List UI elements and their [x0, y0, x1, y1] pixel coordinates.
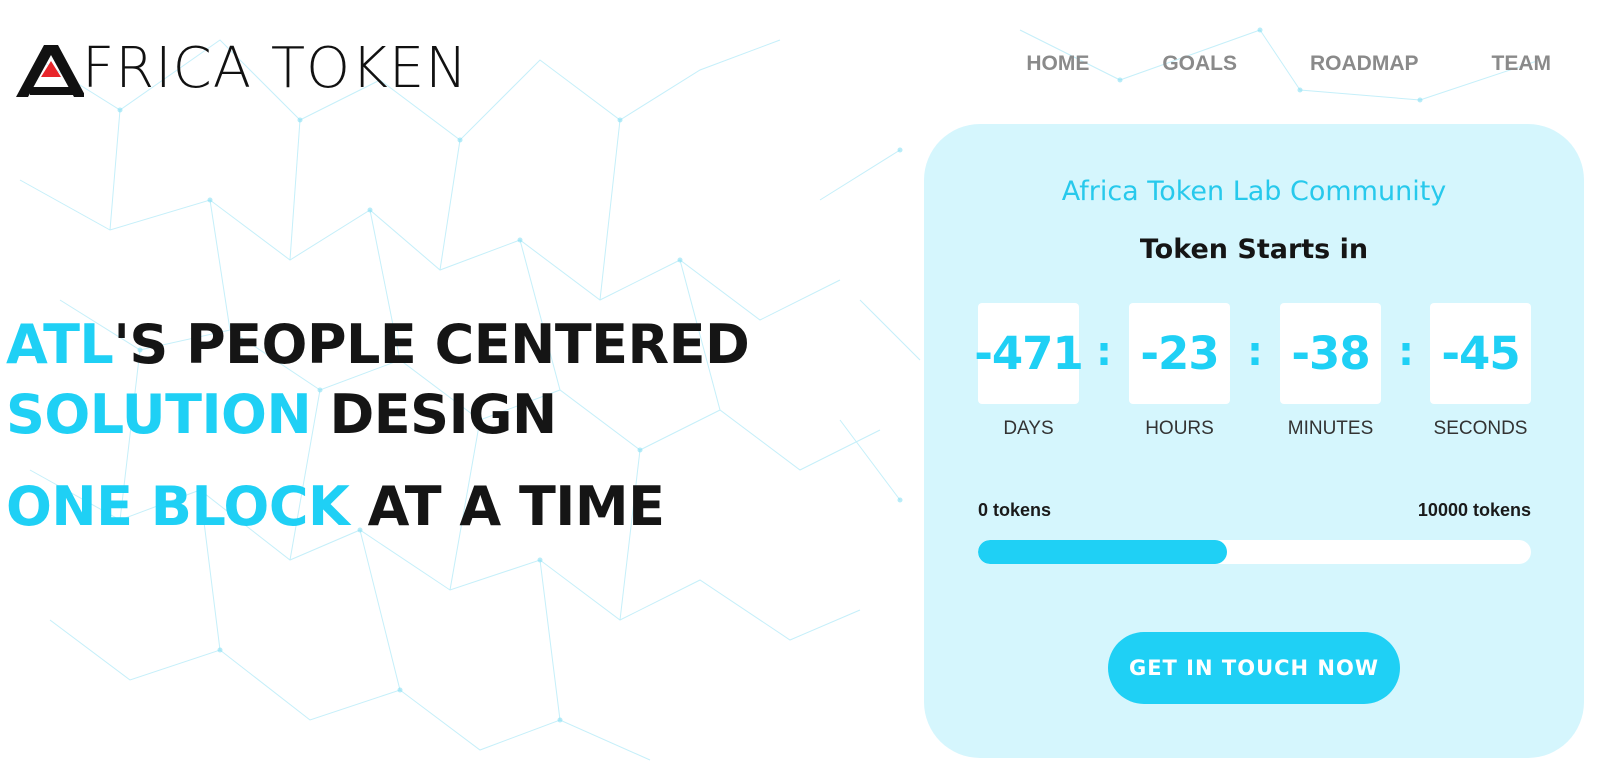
- hero-line-2: SOLUTION DESIGN: [6, 380, 749, 450]
- logo-a-triangle-icon: [16, 45, 84, 97]
- countdown-days-value: -471: [974, 303, 1084, 404]
- main-nav: HOME GOALS ROADMAP TEAM: [953, 52, 1551, 76]
- tokens-min-label: 0 tokens: [978, 500, 1052, 520]
- nav-roadmap[interactable]: ROADMAP: [1310, 52, 1419, 76]
- tokens-max-label: 10000 tokens: [1417, 500, 1531, 520]
- countdown-minutes-value: -38: [1280, 303, 1381, 404]
- nav-goals[interactable]: GOALS: [1162, 52, 1237, 76]
- countdown-seconds-label: SECONDS: [1433, 418, 1528, 439]
- card-title: Token Starts in: [1139, 234, 1369, 265]
- hero-headline: ATL'S PEOPLE CENTERED SOLUTION DESIGN ON…: [6, 310, 750, 542]
- token-countdown-card: Africa Token Lab Community Token Starts …: [924, 124, 1584, 758]
- hero-line-3-accent: ONE BLOCK: [6, 475, 350, 538]
- hero-line-2-rest: DESIGN: [329, 383, 557, 446]
- countdown-separator: :: [1247, 329, 1263, 375]
- hero-line-3-rest: AT A TIME: [367, 475, 665, 538]
- hero-line-3: ONE BLOCK AT A TIME: [6, 472, 749, 542]
- get-in-touch-button[interactable]: GET IN TOUCH NOW: [1108, 632, 1400, 704]
- countdown-seconds-value: -45: [1430, 303, 1531, 404]
- countdown-minutes-label: MINUTES: [1287, 418, 1374, 439]
- hero-line-2-accent: SOLUTION: [6, 383, 312, 446]
- countdown-separator: :: [1096, 329, 1112, 375]
- card-subtitle: Africa Token Lab Community: [1061, 176, 1447, 207]
- brand-name: FRICA TOKEN: [82, 36, 469, 101]
- nav-home[interactable]: HOME: [1026, 52, 1089, 76]
- countdown-hours-value: -23: [1129, 303, 1230, 404]
- landing-page: FRICA TOKEN HOME GOALS ROADMAP TEAM ATL'…: [0, 0, 1600, 770]
- nav-team[interactable]: TEAM: [1492, 52, 1552, 76]
- countdown-timer: -471 DAYS : -23 HOURS : -38 MINUTES : -4…: [974, 303, 1531, 443]
- countdown-hours: -23 HOURS: [1129, 303, 1230, 440]
- token-progress-fill: [978, 540, 1227, 564]
- countdown-hours-label: HOURS: [1145, 418, 1214, 439]
- hero-line-1-rest: 'S PEOPLE CENTERED: [113, 313, 750, 376]
- countdown-days: -471 DAYS: [974, 303, 1084, 440]
- countdown-minutes: -38 MINUTES: [1280, 303, 1381, 440]
- hero-line-1: ATL'S PEOPLE CENTERED: [6, 310, 750, 380]
- brand-logo[interactable]: FRICA TOKEN: [14, 38, 468, 100]
- countdown-separator: :: [1398, 329, 1414, 375]
- hero-line-1-accent: ATL: [6, 313, 114, 376]
- token-progress-bar: [978, 540, 1531, 564]
- countdown-days-label: DAYS: [1003, 418, 1054, 439]
- countdown-seconds: -45 SECONDS: [1430, 303, 1531, 440]
